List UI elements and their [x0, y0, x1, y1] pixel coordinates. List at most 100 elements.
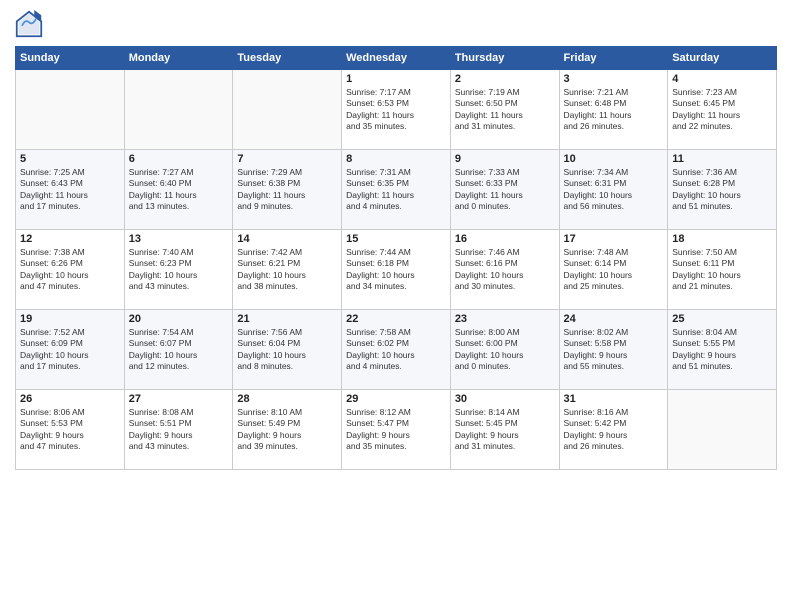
cell-week3-day3: 15 Sunrise: 7:44 AM Sunset: 6:18 PM Dayli…	[342, 230, 451, 310]
day-number: 9	[455, 153, 555, 165]
cell-content: Sunrise: 7:17 AM Sunset: 6:53 PM Dayligh…	[346, 87, 446, 133]
day-number: 25	[672, 313, 772, 325]
cell-content: Sunrise: 8:02 AM Sunset: 5:58 PM Dayligh…	[564, 327, 664, 373]
cell-content: Sunrise: 8:14 AM Sunset: 5:45 PM Dayligh…	[455, 407, 555, 453]
cell-week1-day0	[16, 70, 125, 150]
cell-content: Sunrise: 8:10 AM Sunset: 5:49 PM Dayligh…	[237, 407, 337, 453]
cell-week1-day1	[124, 70, 233, 150]
cell-week3-day6: 18Sunrise: 7:50 AM Sunset: 6:11 PM Dayli…	[668, 230, 777, 310]
cell-week3-day4: 16 Sunrise: 7:46 AM Sunset: 6:16 PM Dayli…	[450, 230, 559, 310]
day-number: 1	[346, 73, 446, 85]
day-number: 28	[237, 393, 337, 405]
cell-week5-day2: 28 Sunrise: 8:10 AM Sunset: 5:49 PM Dayli…	[233, 390, 342, 470]
day-number: 4	[672, 73, 772, 85]
day-number: 22	[346, 313, 446, 325]
cell-week1-day3: 1 Sunrise: 7:17 AM Sunset: 6:53 PM Daylig…	[342, 70, 451, 150]
cell-week3-day0: 12 Sunrise: 7:38 AM Sunset: 6:26 PM Dayli…	[16, 230, 125, 310]
cell-week2-day2: 7 Sunrise: 7:29 AM Sunset: 6:38 PM Daylig…	[233, 150, 342, 230]
col-header-saturday: Saturday	[668, 47, 777, 70]
cell-content: Sunrise: 7:38 AM Sunset: 6:26 PM Dayligh…	[20, 247, 120, 293]
day-number: 18	[672, 233, 772, 245]
header-row: SundayMondayTuesdayWednesdayThursdayFrid…	[16, 47, 777, 70]
day-number: 26	[20, 393, 120, 405]
cell-week4-day5: 24 Sunrise: 8:02 AM Sunset: 5:58 PM Dayli…	[559, 310, 668, 390]
cell-content: Sunrise: 8:12 AM Sunset: 5:47 PM Dayligh…	[346, 407, 446, 453]
cell-content: Sunrise: 8:08 AM Sunset: 5:51 PM Dayligh…	[129, 407, 229, 453]
day-number: 12	[20, 233, 120, 245]
col-header-monday: Monday	[124, 47, 233, 70]
cell-content: Sunrise: 7:25 AM Sunset: 6:43 PM Dayligh…	[20, 167, 120, 213]
cell-content: Sunrise: 7:33 AM Sunset: 6:33 PM Dayligh…	[455, 167, 555, 213]
day-number: 31	[564, 393, 664, 405]
cell-content: Sunrise: 7:40 AM Sunset: 6:23 PM Dayligh…	[129, 247, 229, 293]
cell-week3-day5: 17 Sunrise: 7:48 AM Sunset: 6:14 PM Dayli…	[559, 230, 668, 310]
day-number: 8	[346, 153, 446, 165]
cell-content: Sunrise: 7:42 AM Sunset: 6:21 PM Dayligh…	[237, 247, 337, 293]
week-row-2: 5Sunrise: 7:25 AM Sunset: 6:43 PM Daylig…	[16, 150, 777, 230]
cell-week5-day0: 26 Sunrise: 8:06 AM Sunset: 5:53 PM Dayli…	[16, 390, 125, 470]
day-number: 27	[129, 393, 229, 405]
cell-week3-day2: 14 Sunrise: 7:42 AM Sunset: 6:21 PM Dayli…	[233, 230, 342, 310]
day-number: 16	[455, 233, 555, 245]
cell-week5-day1: 27 Sunrise: 8:08 AM Sunset: 5:51 PM Dayli…	[124, 390, 233, 470]
cell-content: Sunrise: 7:19 AM Sunset: 6:50 PM Dayligh…	[455, 87, 555, 133]
day-number: 6	[129, 153, 229, 165]
cell-content: Sunrise: 7:23 AM Sunset: 6:45 PM Dayligh…	[672, 87, 772, 133]
day-number: 15	[346, 233, 446, 245]
cell-content: Sunrise: 8:16 AM Sunset: 5:42 PM Dayligh…	[564, 407, 664, 453]
cell-content: Sunrise: 7:58 AM Sunset: 6:02 PM Dayligh…	[346, 327, 446, 373]
day-number: 17	[564, 233, 664, 245]
day-number: 2	[455, 73, 555, 85]
cell-week2-day0: 5Sunrise: 7:25 AM Sunset: 6:43 PM Daylig…	[16, 150, 125, 230]
col-header-tuesday: Tuesday	[233, 47, 342, 70]
cell-week4-day0: 19Sunrise: 7:52 AM Sunset: 6:09 PM Dayli…	[16, 310, 125, 390]
cell-content: Sunrise: 7:21 AM Sunset: 6:48 PM Dayligh…	[564, 87, 664, 133]
cell-content: Sunrise: 7:29 AM Sunset: 6:38 PM Dayligh…	[237, 167, 337, 213]
cell-week4-day1: 20Sunrise: 7:54 AM Sunset: 6:07 PM Dayli…	[124, 310, 233, 390]
col-header-sunday: Sunday	[16, 47, 125, 70]
cell-content: Sunrise: 7:31 AM Sunset: 6:35 PM Dayligh…	[346, 167, 446, 213]
day-number: 30	[455, 393, 555, 405]
cell-week2-day1: 6 Sunrise: 7:27 AM Sunset: 6:40 PM Daylig…	[124, 150, 233, 230]
week-row-5: 26 Sunrise: 8:06 AM Sunset: 5:53 PM Dayli…	[16, 390, 777, 470]
day-number: 19	[20, 313, 120, 325]
day-number: 23	[455, 313, 555, 325]
col-header-wednesday: Wednesday	[342, 47, 451, 70]
cell-week1-day5: 3Sunrise: 7:21 AM Sunset: 6:48 PM Daylig…	[559, 70, 668, 150]
cell-week1-day6: 4 Sunrise: 7:23 AM Sunset: 6:45 PM Daylig…	[668, 70, 777, 150]
cell-week5-day5: 31 Sunrise: 8:16 AM Sunset: 5:42 PM Dayli…	[559, 390, 668, 470]
cell-week3-day1: 13 Sunrise: 7:40 AM Sunset: 6:23 PM Dayli…	[124, 230, 233, 310]
cell-content: Sunrise: 7:56 AM Sunset: 6:04 PM Dayligh…	[237, 327, 337, 373]
calendar-table: SundayMondayTuesdayWednesdayThursdayFrid…	[15, 46, 777, 470]
page: SundayMondayTuesdayWednesdayThursdayFrid…	[0, 0, 792, 612]
day-number: 13	[129, 233, 229, 245]
day-number: 11	[672, 153, 772, 165]
cell-week2-day5: 10Sunrise: 7:34 AM Sunset: 6:31 PM Dayli…	[559, 150, 668, 230]
cell-week5-day4: 30 Sunrise: 8:14 AM Sunset: 5:45 PM Dayli…	[450, 390, 559, 470]
cell-week4-day3: 22 Sunrise: 7:58 AM Sunset: 6:02 PM Dayli…	[342, 310, 451, 390]
cell-content: Sunrise: 7:44 AM Sunset: 6:18 PM Dayligh…	[346, 247, 446, 293]
cell-week2-day3: 8 Sunrise: 7:31 AM Sunset: 6:35 PM Daylig…	[342, 150, 451, 230]
cell-content: Sunrise: 7:27 AM Sunset: 6:40 PM Dayligh…	[129, 167, 229, 213]
cell-content: Sunrise: 7:46 AM Sunset: 6:16 PM Dayligh…	[455, 247, 555, 293]
col-header-thursday: Thursday	[450, 47, 559, 70]
cell-content: Sunrise: 7:48 AM Sunset: 6:14 PM Dayligh…	[564, 247, 664, 293]
week-row-4: 19Sunrise: 7:52 AM Sunset: 6:09 PM Dayli…	[16, 310, 777, 390]
header	[15, 10, 777, 38]
cell-week1-day2	[233, 70, 342, 150]
cell-week4-day4: 23 Sunrise: 8:00 AM Sunset: 6:00 PM Dayli…	[450, 310, 559, 390]
day-number: 7	[237, 153, 337, 165]
cell-week4-day2: 21Sunrise: 7:56 AM Sunset: 6:04 PM Dayli…	[233, 310, 342, 390]
cell-content: Sunrise: 8:06 AM Sunset: 5:53 PM Dayligh…	[20, 407, 120, 453]
day-number: 10	[564, 153, 664, 165]
cell-content: Sunrise: 8:00 AM Sunset: 6:00 PM Dayligh…	[455, 327, 555, 373]
day-number: 24	[564, 313, 664, 325]
week-row-3: 12 Sunrise: 7:38 AM Sunset: 6:26 PM Dayli…	[16, 230, 777, 310]
day-number: 14	[237, 233, 337, 245]
cell-content: Sunrise: 7:54 AM Sunset: 6:07 PM Dayligh…	[129, 327, 229, 373]
logo	[15, 10, 47, 38]
cell-week4-day6: 25Sunrise: 8:04 AM Sunset: 5:55 PM Dayli…	[668, 310, 777, 390]
day-number: 29	[346, 393, 446, 405]
cell-week5-day6	[668, 390, 777, 470]
cell-week2-day4: 9 Sunrise: 7:33 AM Sunset: 6:33 PM Daylig…	[450, 150, 559, 230]
